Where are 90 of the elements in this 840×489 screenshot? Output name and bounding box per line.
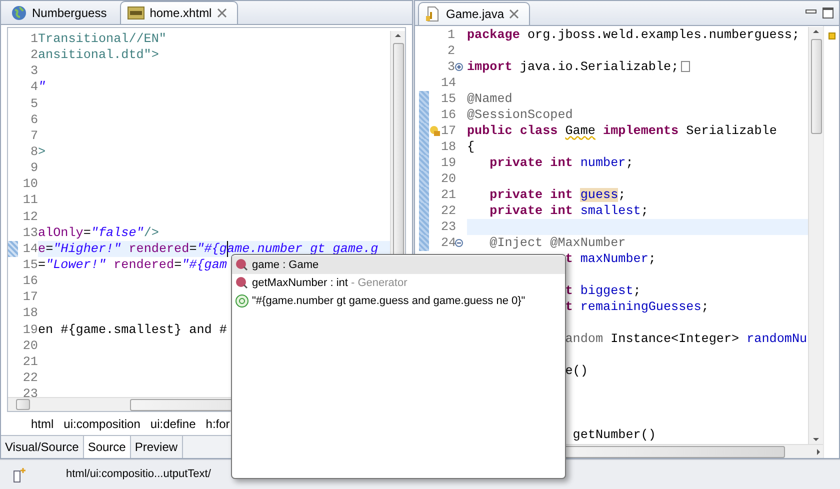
line-number: 20 — [22, 338, 38, 354]
code-line: @Inject @MaxNumber — [488, 235, 626, 251]
line-number: 23 — [22, 386, 38, 397]
line-number: 11 — [22, 192, 38, 209]
attribute-icon — [235, 294, 249, 308]
code-line: e() — [565, 363, 588, 379]
collapse-icon[interactable] — [455, 239, 463, 247]
line-number: 2 — [30, 47, 38, 64]
editor-tab[interactable]: Game.java — [418, 2, 530, 25]
code-line: { — [467, 139, 475, 155]
close-icon[interactable] — [216, 8, 227, 18]
vertical-scrollbar[interactable] — [808, 27, 823, 444]
line-number: 14 — [441, 74, 455, 92]
line-number: 19 — [22, 322, 38, 338]
line-number: 2 — [446, 42, 455, 60]
line-number: 6 — [30, 112, 38, 128]
file-icon — [126, 5, 145, 21]
line-number: 8 — [30, 144, 38, 160]
scroll-thumb[interactable] — [810, 39, 822, 134]
code-line: import java.io.Serializable; — [467, 59, 679, 75]
line-number: 17 — [441, 122, 455, 140]
close-icon[interactable] — [509, 9, 520, 19]
code-line: public class Game implements Serializable — [467, 123, 777, 139]
java-file-icon — [425, 6, 441, 22]
line-number: 22 — [22, 370, 38, 386]
code-line: en #{game.smallest} and # — [38, 322, 227, 338]
line-number: 3 — [446, 58, 455, 76]
line-number: 15 — [441, 90, 455, 108]
code-line: t maxNumber; — [565, 251, 656, 267]
insert-mode-icon — [12, 466, 26, 482]
expand-icon[interactable] — [455, 63, 463, 71]
line-number: 19 — [441, 154, 455, 172]
code-line: t remainingGuesses; — [565, 299, 709, 315]
completion-item[interactable]: getMaxNumber : int - Generator — [232, 274, 565, 292]
status-path: html/ui:compositio...utputText/ — [66, 467, 211, 482]
code-line: > — [38, 144, 46, 160]
line-number: 14 — [22, 240, 38, 257]
code-line: private int guess; — [488, 187, 626, 203]
line-number: 10 — [22, 176, 38, 192]
code-line: andom Instance<Integer> randomNu — [565, 331, 808, 347]
line-number: 18 — [22, 305, 38, 322]
line-number: 5 — [30, 96, 38, 112]
completion-item[interactable]: "#{game.number gt game.guess and game.guess ne 0}" — [232, 292, 565, 310]
code-line: @SessionScoped — [467, 107, 573, 123]
line-number: 12 — [22, 208, 38, 225]
line-number: 22 — [441, 202, 455, 220]
code-line: t biggest; — [565, 283, 641, 299]
code-line: getNumber() — [572, 427, 656, 443]
line-number: 24 — [441, 234, 455, 252]
code-line: package org.jboss.weld.examples.numberguess; — [467, 27, 800, 43]
code-line: private int number; — [488, 155, 634, 171]
line-number: 17 — [22, 289, 38, 306]
code-line: " — [38, 79, 46, 96]
line-number: 15 — [22, 256, 38, 274]
line-number: 9 — [30, 160, 38, 176]
editor-tab[interactable]: home.xhtml — [120, 1, 238, 24]
line-number: 20 — [441, 170, 455, 188]
code-line: e="Higher!" rendered="#{g — [38, 240, 227, 257]
breadcrumb-item[interactable]: h:for — [206, 415, 230, 433]
line-number: 7 — [30, 128, 38, 144]
globe-icon — [11, 5, 27, 21]
code-line: alOnly="false"/> — [38, 224, 159, 241]
breadcrumb-item[interactable]: ui:define — [150, 415, 196, 433]
code-line: ansitional.dtd"> — [38, 47, 159, 64]
line-number: 16 — [441, 106, 455, 124]
folded-code-box[interactable] — [680, 61, 690, 72]
view-tab[interactable]: Source — [84, 436, 131, 458]
line-number: 4 — [30, 79, 38, 96]
code-line: @Named — [467, 91, 512, 107]
completion-item[interactable]: game : Game — [232, 256, 565, 274]
line-number: 21 — [22, 354, 38, 370]
editor-tab[interactable]: Numberguess — [4, 1, 118, 24]
warning-marker-icon — [828, 32, 836, 40]
code-line: private int smallest; — [488, 203, 648, 219]
line-number: 3 — [30, 63, 38, 80]
line-number: 21 — [441, 186, 455, 204]
line-number: 18 — [441, 138, 455, 156]
line-number: 1 — [30, 31, 38, 48]
line-number: 1 — [446, 26, 455, 44]
line-number: 16 — [22, 273, 38, 290]
code-line: ="Lower!" rendered="#{gam — [38, 256, 227, 274]
code-line: Transitional//EN" — [38, 31, 166, 48]
line-number: 13 — [22, 224, 38, 241]
scroll-right-icon — [815, 448, 823, 456]
breadcrumb-item[interactable]: html — [31, 415, 54, 433]
scroll-left-button[interactable] — [16, 399, 30, 410]
scroll-up-icon — [394, 31, 402, 39]
breadcrumb-item[interactable]: ui:composition — [64, 415, 140, 433]
maximize-icon — [821, 7, 835, 19]
line-number: 23 — [441, 218, 455, 236]
